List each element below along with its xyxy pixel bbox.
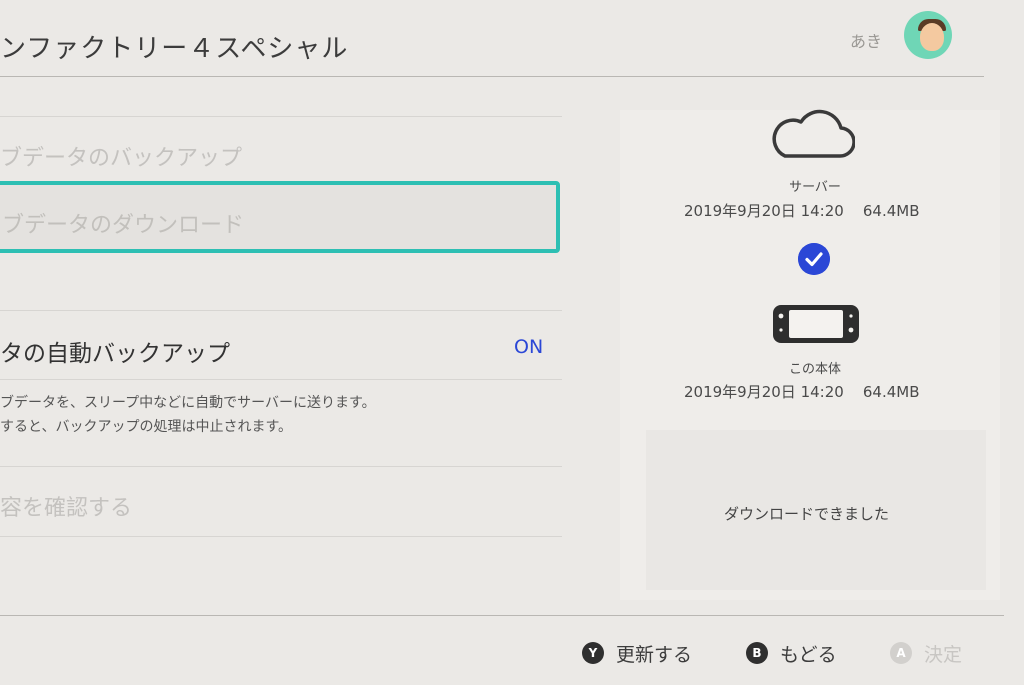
check-icon xyxy=(798,243,830,275)
avatar-face xyxy=(920,23,944,51)
row-divider xyxy=(0,379,562,380)
confirm-button-label: 決定 xyxy=(924,643,963,666)
y-button-icon: Y xyxy=(582,642,604,664)
header-divider xyxy=(0,76,984,77)
menu-item-backup[interactable]: ブデータのバックアップ xyxy=(0,140,242,172)
menu-item-download-label: ブデータのダウンロード xyxy=(2,213,245,238)
auto-backup-label[interactable]: タの自動バックアップ xyxy=(0,334,230,368)
auto-backup-description-2: すると、バックアップの処理は中止されます。 xyxy=(0,419,293,435)
cloud-icon xyxy=(772,109,855,158)
menu-item-download[interactable]: ブデータのダウンロード xyxy=(0,181,560,253)
row-divider xyxy=(0,536,562,537)
footer-divider xyxy=(0,615,1004,616)
console-size: 64.4MB xyxy=(862,383,920,401)
auto-backup-description-1: ブデータを、スリープ中などに自動でサーバーに送ります。 xyxy=(0,395,376,411)
server-label: サーバー xyxy=(789,180,841,195)
console-info: 2019年9月20日 14:20 64.4MB xyxy=(684,381,920,402)
refresh-button-label: 更新する xyxy=(616,643,693,666)
back-button-label: もどる xyxy=(780,643,837,666)
server-info: 2019年9月20日 14:20 64.4MB xyxy=(684,200,920,221)
row-divider xyxy=(0,466,562,467)
row-divider xyxy=(0,310,562,311)
page-title: ンファクトリー４スペシャル xyxy=(0,34,349,64)
console-date: 2019年9月20日 14:20 xyxy=(684,383,844,401)
user-avatar[interactable] xyxy=(904,11,952,59)
row-divider xyxy=(0,116,562,117)
status-message: ダウンロードできました xyxy=(724,505,890,523)
back-button[interactable]: B もどる xyxy=(746,640,837,666)
b-button-icon: B xyxy=(746,642,768,664)
server-size: 64.4MB xyxy=(862,202,920,220)
menu-item-confirm-contents[interactable]: 容を確認する xyxy=(0,490,132,522)
auto-backup-toggle-value[interactable]: ON xyxy=(514,336,543,358)
a-button-icon: A xyxy=(890,642,912,664)
switch-console-icon xyxy=(773,305,859,343)
user-name: あき xyxy=(850,32,883,51)
confirm-button[interactable]: A 決定 xyxy=(890,640,962,666)
console-label: この本体 xyxy=(788,362,841,377)
server-date: 2019年9月20日 14:20 xyxy=(684,202,844,220)
refresh-button[interactable]: Y 更新する xyxy=(582,640,692,666)
